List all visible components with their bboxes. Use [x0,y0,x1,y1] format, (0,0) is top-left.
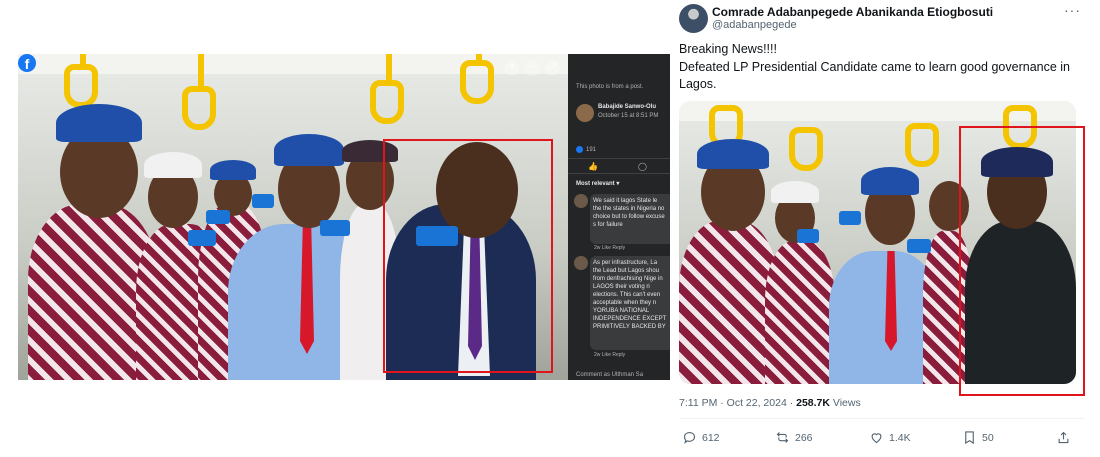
reply-count: 612 [702,431,720,444]
person-shirt [765,241,835,384]
divider [679,418,1084,419]
like-reaction-icon [576,146,583,153]
grab-handle [182,86,216,130]
reply-button[interactable]: 612 [682,430,720,445]
transit-card [252,194,274,208]
blue-cap [861,167,919,195]
grab-handle [460,60,494,104]
grab-handle [789,127,823,171]
annotation-box-left [383,139,553,373]
blue-cap [274,134,344,166]
person-left-shirt [679,221,779,384]
photo-source-note: This photo is from a post. [576,84,644,90]
author-handle[interactable]: @adabanpegede [712,19,797,31]
more-options-icon[interactable]: ··· [1064,2,1081,18]
post-actions: 👍 ◯ [568,158,670,174]
bookmark-button[interactable]: 50 [962,430,994,445]
bookmark-count: 50 [982,431,994,444]
likes-count-value: 191 [586,147,597,154]
facebook-comment-panel: This photo is from a post. Babajide Sanw… [568,54,670,380]
comment-button[interactable]: ◯ [638,162,647,171]
comment-bubble: As per infrastructure, La the Lead but L… [590,256,670,350]
views-count: 258.7K [796,397,830,409]
comment-bubble: We said it lagos State le the the states… [590,194,670,244]
white-cap [144,152,202,178]
blue-cap [210,160,256,180]
commenter-avatar[interactable] [574,194,588,208]
author-avatar[interactable] [679,4,708,33]
handle-strap [198,54,204,90]
blue-cap [56,104,142,142]
comment-sort[interactable]: Most relevant ▾ [576,180,619,187]
commenter-avatar[interactable] [574,256,588,270]
repost-count: 266 [795,431,813,444]
facebook-photo-viewer: f + − ⤢ This photo is from a post. Babaj… [18,54,670,380]
share-button[interactable] [1056,430,1071,445]
transit-card [188,230,216,246]
bookmark-icon [965,431,974,445]
transit-card [320,220,350,236]
annotation-box-right [959,126,1085,396]
white-cap [771,181,819,203]
reply-icon [683,431,696,444]
comment-input[interactable]: Comment as Ulthman Sa [576,372,643,378]
facebook-logo-icon: f [18,54,36,72]
like-count: 1.4K [889,431,911,444]
tweet-text-line: Defeated LP Presidential Candidate came … [679,59,1071,92]
poster-name[interactable]: Babajide Sanwo-Olu [598,104,656,110]
transit-card [907,239,931,253]
comment-meta[interactable]: 2w Like Reply [594,352,625,358]
author-display-name[interactable]: Comrade Adabanpegede Abanikanda Etiogbos… [712,5,993,19]
repost-button[interactable]: 266 [775,430,813,445]
zoom-in-icon[interactable]: + [504,60,520,76]
repost-icon [776,432,789,443]
likes-count[interactable]: 191 [576,146,596,153]
post-date[interactable]: October 15 at 8:51 PM [598,113,658,119]
transit-card [797,229,819,243]
zoom-out-icon[interactable]: − [524,60,540,76]
grab-handle [370,80,404,124]
transit-card [839,211,861,225]
grab-handle [64,64,98,108]
tweet-text-line: Breaking News!!!! [679,42,777,56]
grab-handle [905,123,939,167]
heart-icon [871,433,882,444]
poster-avatar[interactable] [576,104,594,122]
blue-cap [697,139,769,169]
tweet-time[interactable]: 7:11 PM · Oct 22, 2024 · [679,397,796,409]
share-icon [1058,431,1069,444]
comment-sort-label: Most relevant [576,181,615,187]
like-button[interactable]: 1.4K [869,430,911,445]
views-label: Views [829,397,861,409]
expand-icon[interactable]: ⤢ [544,60,560,76]
comment-meta[interactable]: 2w Like Reply [594,245,625,251]
transit-card [206,210,230,224]
tweet-text: Breaking News!!!! Defeated LP Presidenti… [679,41,1084,94]
like-button[interactable]: 👍 [588,162,598,171]
tweet-meta: 7:11 PM · Oct 22, 2024 · 258.7K Views [679,397,861,409]
